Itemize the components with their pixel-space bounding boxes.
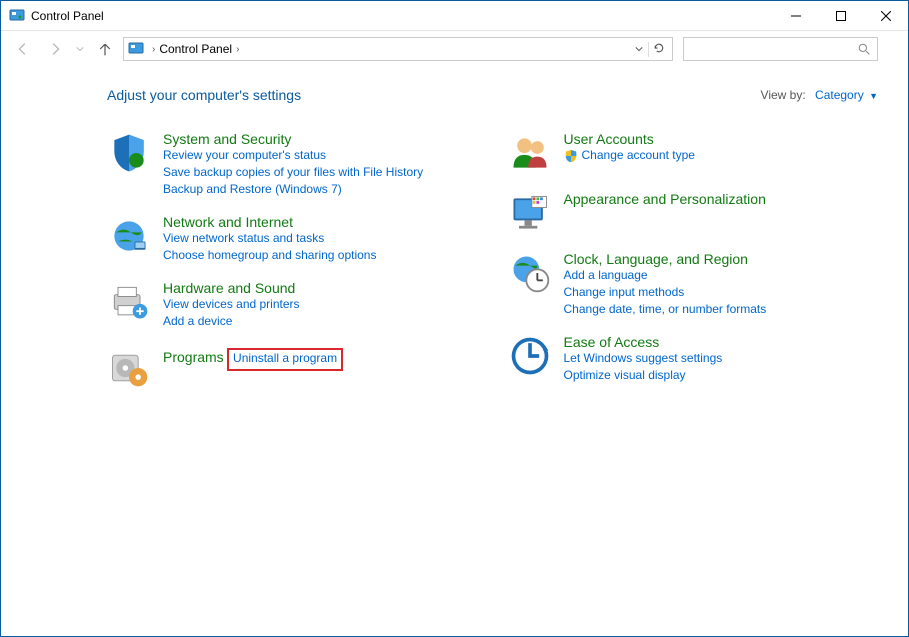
viewby-control[interactable]: View by: Category ▼ xyxy=(761,88,878,102)
header-row: Adjust your computer's settings View by:… xyxy=(107,87,878,103)
link-network-status[interactable]: View network status and tasks xyxy=(163,230,376,247)
minimize-button[interactable] xyxy=(773,1,818,30)
forward-button[interactable] xyxy=(41,35,69,63)
category-user-accounts: User Accounts Change account type xyxy=(508,131,879,175)
category-title-programs[interactable]: Programs xyxy=(163,349,224,365)
category-network: Network and Internet View network status… xyxy=(107,214,478,264)
globe-icon xyxy=(107,214,151,258)
category-system-security: System and Security Review your computer… xyxy=(107,131,478,198)
refresh-button[interactable] xyxy=(648,42,668,57)
category-hardware: Hardware and Sound View devices and prin… xyxy=(107,280,478,330)
page-title: Adjust your computer's settings xyxy=(107,87,761,103)
titlebar: Control Panel xyxy=(1,1,908,31)
link-add-language[interactable]: Add a language xyxy=(564,267,767,284)
programs-icon xyxy=(107,346,151,390)
recent-dropdown[interactable] xyxy=(73,35,87,63)
ease-of-access-icon xyxy=(508,334,552,378)
search-input[interactable] xyxy=(683,37,878,61)
link-add-device[interactable]: Add a device xyxy=(163,313,300,330)
left-column: System and Security Review your computer… xyxy=(107,131,478,406)
link-uninstall-program[interactable]: Uninstall a program xyxy=(233,350,337,367)
shield-icon xyxy=(107,131,151,175)
appearance-icon xyxy=(508,191,552,235)
category-appearance: Appearance and Personalization xyxy=(508,191,879,235)
close-button[interactable] xyxy=(863,1,908,30)
right-column: User Accounts Change account type xyxy=(508,131,879,406)
back-button[interactable] xyxy=(9,35,37,63)
link-file-history[interactable]: Save backup copies of your files with Fi… xyxy=(163,164,423,181)
control-panel-small-icon xyxy=(128,41,144,57)
viewby-value: Category xyxy=(815,88,864,102)
category-programs: Programs Uninstall a program xyxy=(107,346,478,390)
link-review-status[interactable]: Review your computer's status xyxy=(163,147,423,164)
category-title-ease[interactable]: Ease of Access xyxy=(564,334,660,350)
control-panel-icon xyxy=(9,8,25,24)
link-devices-printers[interactable]: View devices and printers xyxy=(163,296,300,313)
highlighted-link: Uninstall a program xyxy=(227,348,343,371)
address-dropdown[interactable] xyxy=(630,42,648,56)
link-optimize-display[interactable]: Optimize visual display xyxy=(564,367,723,384)
up-button[interactable] xyxy=(91,35,119,63)
category-title-network[interactable]: Network and Internet xyxy=(163,214,293,230)
uac-shield-icon xyxy=(564,149,578,163)
link-backup-restore[interactable]: Backup and Restore (Windows 7) xyxy=(163,181,423,198)
link-change-account-type[interactable]: Change account type xyxy=(582,147,695,164)
category-title-system[interactable]: System and Security xyxy=(163,131,291,147)
breadcrumb-sep-2: › xyxy=(232,44,243,55)
maximize-button[interactable] xyxy=(818,1,863,30)
link-date-formats[interactable]: Change date, time, or number formats xyxy=(564,301,767,318)
viewby-label: View by: xyxy=(761,88,806,102)
category-title-clock[interactable]: Clock, Language, and Region xyxy=(564,251,748,267)
link-suggest-settings[interactable]: Let Windows suggest settings xyxy=(564,350,723,367)
category-title-appearance[interactable]: Appearance and Personalization xyxy=(564,191,766,207)
printer-icon xyxy=(107,280,151,324)
search-icon xyxy=(858,43,871,56)
category-clock: Clock, Language, and Region Add a langua… xyxy=(508,251,879,318)
category-title-hardware[interactable]: Hardware and Sound xyxy=(163,280,295,296)
category-title-accounts[interactable]: User Accounts xyxy=(564,131,654,147)
navbar: › Control Panel › xyxy=(1,31,908,67)
link-homegroup[interactable]: Choose homegroup and sharing options xyxy=(163,247,376,264)
content-area: Adjust your computer's settings View by:… xyxy=(1,67,908,426)
breadcrumb-sep: › xyxy=(148,44,159,55)
window-controls xyxy=(773,1,908,30)
clock-globe-icon xyxy=(508,251,552,295)
category-ease-access: Ease of Access Let Windows suggest setti… xyxy=(508,334,879,384)
address-bar[interactable]: › Control Panel › xyxy=(123,37,673,61)
user-accounts-icon xyxy=(508,131,552,175)
breadcrumb-root[interactable]: Control Panel xyxy=(159,42,232,56)
link-input-methods[interactable]: Change input methods xyxy=(564,284,767,301)
chevron-down-icon: ▼ xyxy=(869,91,878,101)
window-title: Control Panel xyxy=(31,9,773,23)
